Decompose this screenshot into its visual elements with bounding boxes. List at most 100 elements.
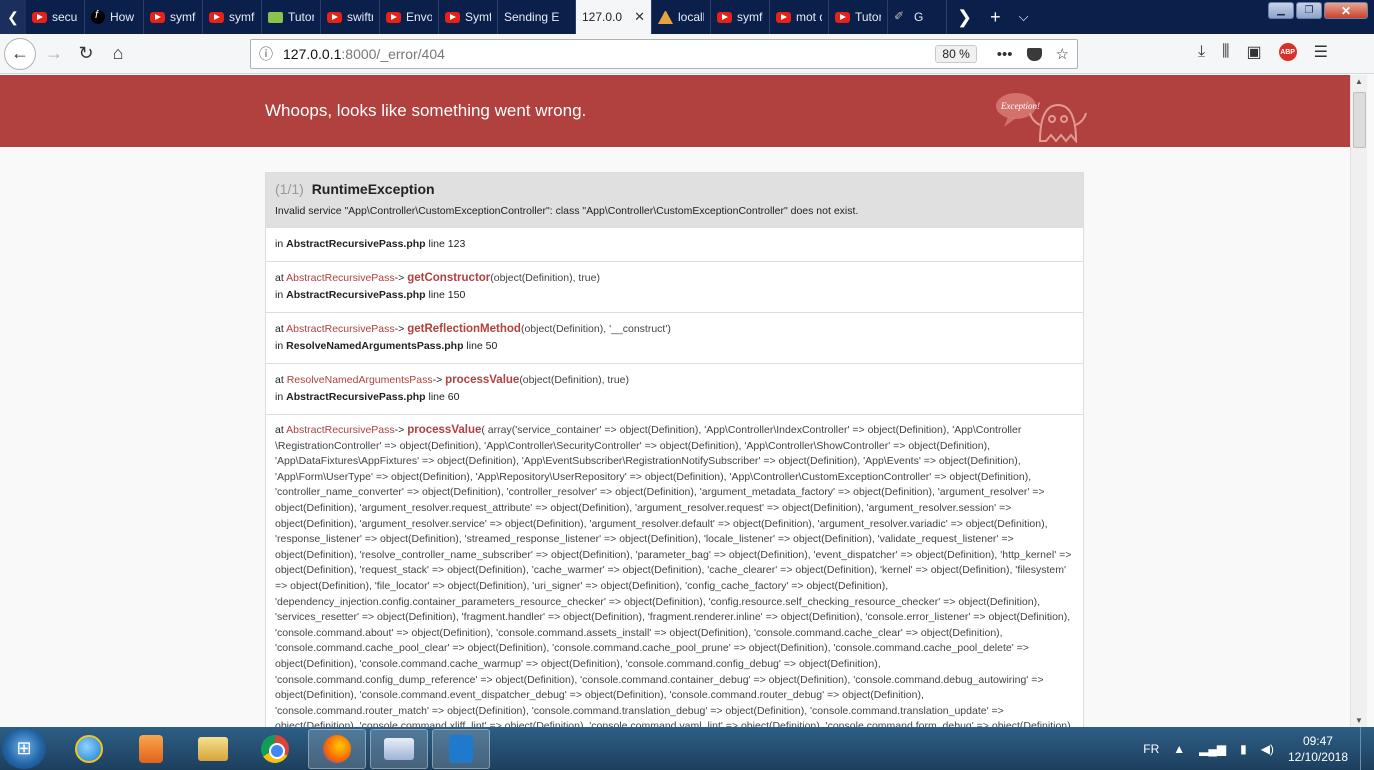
bookmark-star-icon[interactable]: ☆ xyxy=(1056,45,1069,63)
tab-8[interactable]: Sending E xyxy=(498,0,576,34)
start-button[interactable]: ⊞ xyxy=(2,728,46,769)
clock-time: 09:47 xyxy=(1302,733,1333,748)
tab-11[interactable]: symfo xyxy=(711,0,770,34)
site-info-icon[interactable]: ⓘ xyxy=(259,44,273,64)
trace-arguments: (object(Definition), true) xyxy=(490,272,600,284)
downloads-icon[interactable]: ⤓ xyxy=(1198,43,1205,61)
tab-0[interactable]: securi xyxy=(26,0,85,34)
zoom-level-button[interactable]: 80 % xyxy=(935,45,977,63)
youtube-icon xyxy=(776,11,791,23)
reload-button[interactable]: ↻ xyxy=(70,38,102,70)
tab-label: Envoy xyxy=(406,10,432,24)
trace-row-origin: in AbstractRecursivePass.php line 123 xyxy=(266,227,1083,261)
tab-12[interactable]: mot d xyxy=(770,0,829,34)
pocket-icon[interactable] xyxy=(1026,47,1042,61)
taskbar-vscode[interactable] xyxy=(432,728,490,769)
tab-4[interactable]: Tutori xyxy=(262,0,321,34)
trace-file: AbstractRecursivePass.php xyxy=(286,238,426,250)
trace-class[interactable]: AbstractRecursivePass xyxy=(286,272,395,284)
back-button[interactable]: ← xyxy=(4,37,36,70)
tab-7[interactable]: Symfo xyxy=(439,0,498,34)
tab-label: How t xyxy=(110,10,137,24)
close-tab-icon[interactable]: ✕ xyxy=(634,9,645,25)
clock[interactable]: 09:47 12/10/2018 xyxy=(1288,733,1348,765)
network-icon[interactable]: ▂▄▆ xyxy=(1199,742,1226,756)
taskbar-chrome[interactable] xyxy=(246,729,304,769)
youtube-icon xyxy=(32,11,47,23)
power-icon[interactable]: ▮ xyxy=(1240,742,1247,756)
forward-button[interactable]: → xyxy=(38,38,70,70)
keyboard-icon xyxy=(384,737,414,760)
firefox-icon xyxy=(323,734,351,763)
taskbar-ie[interactable] xyxy=(60,729,118,769)
tab-5[interactable]: swiftm xyxy=(321,0,380,34)
trace-arguments: (object(Definition), true) xyxy=(519,374,630,386)
trace-function[interactable]: processValue xyxy=(407,424,481,436)
tab-9[interactable]: 127.0.0 ✕ xyxy=(576,0,652,34)
trace-row: at AbstractRecursivePass-> getReflection… xyxy=(266,312,1083,363)
tab-10[interactable]: localh xyxy=(652,0,711,34)
youtube-icon xyxy=(209,11,224,23)
url-host: 127.0.0.1 xyxy=(283,46,342,62)
youtube-icon xyxy=(150,11,165,23)
adblock-icon[interactable]: ABP xyxy=(1278,43,1297,61)
tab-13[interactable]: Tutori xyxy=(829,0,888,34)
library-icon[interactable]: ⫼ xyxy=(1222,43,1229,61)
tab-strip: ❮ securi How t symfo symfo Tutori swiftm Envoy… xyxy=(0,0,1374,34)
tab-label: symfo xyxy=(170,10,196,24)
tab-1[interactable]: How t xyxy=(85,0,144,34)
show-hidden-icons-icon[interactable]: ▲ xyxy=(1173,742,1185,756)
trace-file: ResolveNamedArgumentsPass.php xyxy=(286,340,464,352)
language-indicator[interactable]: FR xyxy=(1143,742,1159,756)
scroll-up-arrow-icon[interactable]: ▲ xyxy=(1355,77,1363,86)
scroll-down-arrow-icon[interactable]: ▼ xyxy=(1355,716,1363,725)
trace-class[interactable]: ResolveNamedArgumentsPass xyxy=(287,374,433,386)
taskbar-onscreen-keyboard[interactable] xyxy=(370,728,428,769)
xampp-icon xyxy=(658,10,673,24)
scrollbar-thumb[interactable] xyxy=(1353,92,1366,148)
tab-scroll-left-button[interactable]: ❮ xyxy=(0,0,26,34)
w3schools-icon xyxy=(268,11,283,23)
new-tab-button[interactable]: + xyxy=(990,7,1001,28)
trace-function[interactable]: processValue xyxy=(445,374,519,386)
youtube-icon xyxy=(445,11,460,23)
vscode-icon xyxy=(449,734,473,763)
tab-label: symfo xyxy=(737,10,763,24)
system-tray: FR ▲ ▂▄▆ ▮ ◀) 09:47 12/10/2018 xyxy=(1143,733,1374,765)
trace-class[interactable]: AbstractRecursivePass xyxy=(286,424,395,436)
tab-list-dropdown-icon[interactable]: ⌵ xyxy=(1019,9,1029,25)
taskbar-firefox[interactable] xyxy=(308,728,366,769)
trace-file: AbstractRecursivePass.php xyxy=(286,289,426,301)
page-title: Whoops, looks like something went wrong. xyxy=(265,101,587,120)
sidebar-icon[interactable]: ▣ xyxy=(1246,42,1261,62)
tab-list: securi How t symfo symfo Tutori swiftm Envoy Sy… xyxy=(26,0,947,34)
url-path: :8000/_error/404 xyxy=(341,46,445,62)
taskbar-explorer[interactable] xyxy=(184,729,242,769)
trace-class[interactable]: AbstractRecursivePass xyxy=(286,323,395,335)
tab-label: localh xyxy=(678,10,704,24)
home-button[interactable]: ⌂ xyxy=(102,38,134,70)
exception-message: Invalid service "App\Controller\CustomEx… xyxy=(275,205,859,217)
media-player-icon xyxy=(139,734,163,763)
tab-3[interactable]: symfo xyxy=(203,0,262,34)
trace-function[interactable]: getConstructor xyxy=(407,272,490,284)
error-header: Whoops, looks like something went wrong.… xyxy=(0,75,1350,147)
symfony-icon xyxy=(91,9,105,24)
tab-scroll-right-button[interactable]: ❯ xyxy=(957,7,972,28)
tab-2[interactable]: symfo xyxy=(144,0,203,34)
url-bar[interactable]: ⓘ 127.0.0.1:8000/_error/404 80 % ••• ☆ xyxy=(250,39,1078,69)
maximize-button[interactable]: ❐ xyxy=(1296,2,1322,19)
menu-icon[interactable]: ☰ xyxy=(1314,42,1328,62)
volume-icon[interactable]: ◀) xyxy=(1261,742,1274,756)
exception-class: (1/1) RuntimeException xyxy=(275,181,435,197)
taskbar-media-player[interactable] xyxy=(122,729,180,769)
show-desktop-button[interactable] xyxy=(1360,727,1374,770)
tab-label: symfo xyxy=(229,10,255,24)
trace-function[interactable]: getReflectionMethod xyxy=(407,323,521,335)
tab-14[interactable]: G xyxy=(888,0,947,34)
close-window-button[interactable]: ✕ xyxy=(1324,2,1368,19)
page-actions-icon[interactable]: ••• xyxy=(997,46,1013,63)
page-scrollbar[interactable]: ▲ ▼ xyxy=(1350,75,1367,727)
tab-6[interactable]: Envoy xyxy=(380,0,439,34)
minimize-button[interactable]: ▁ xyxy=(1268,2,1294,19)
